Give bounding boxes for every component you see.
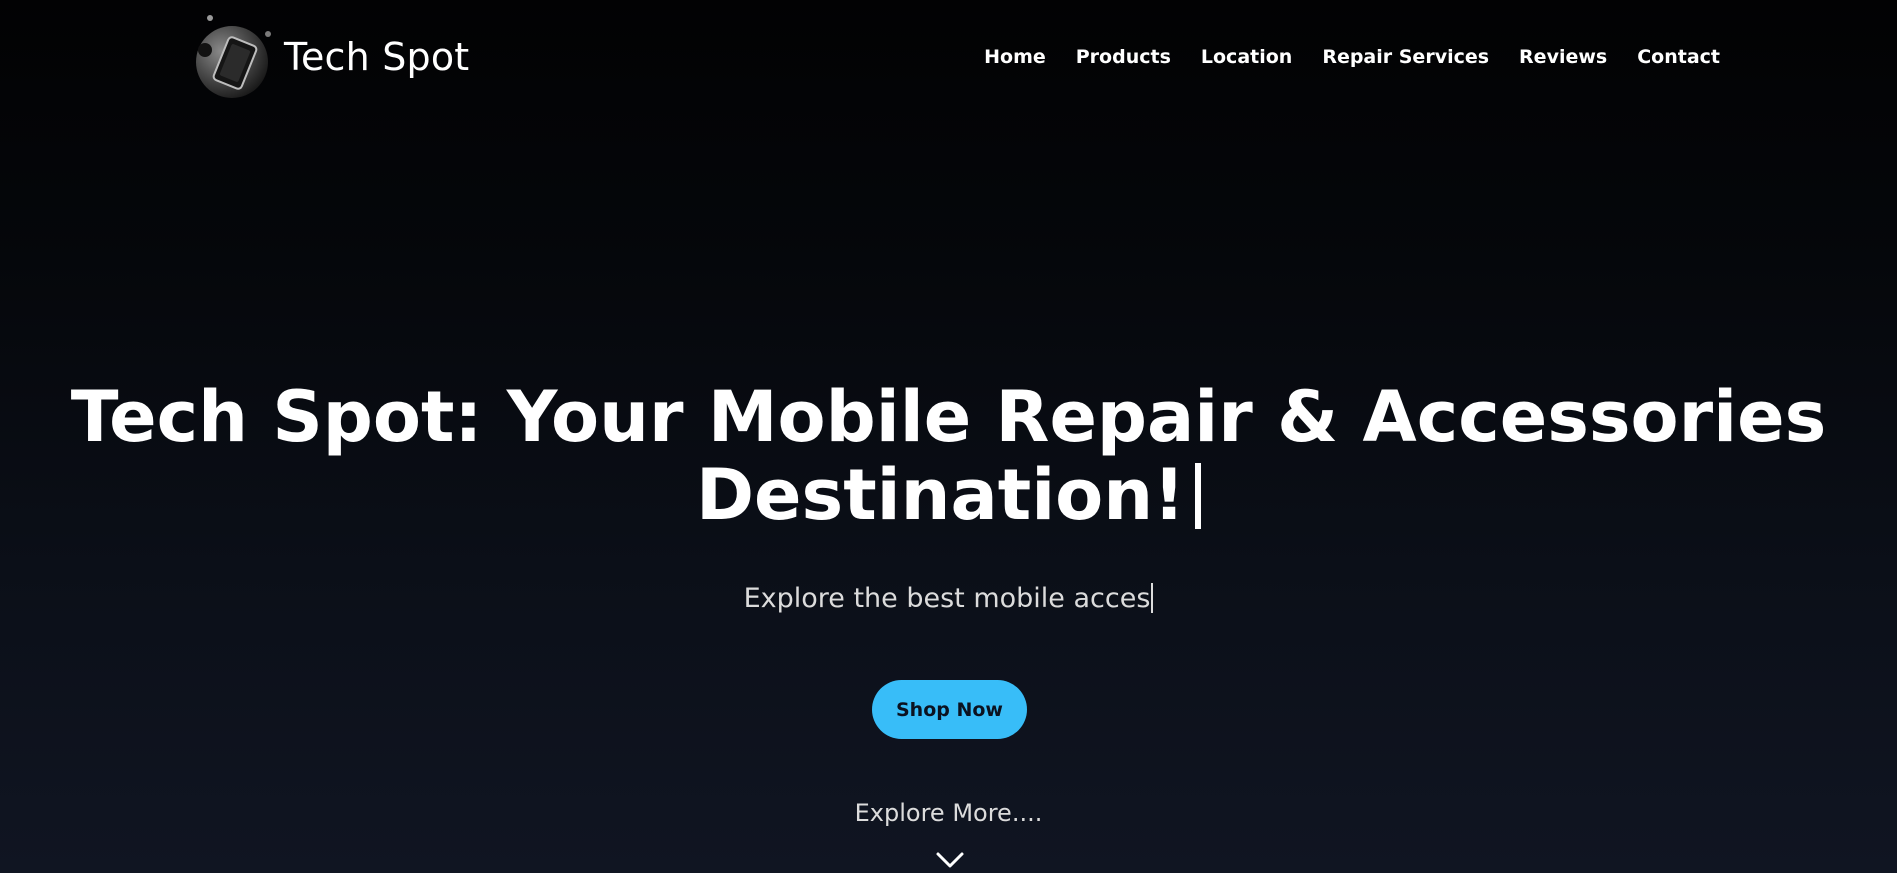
explore-more-link[interactable]: Explore More....: [0, 799, 1897, 827]
brand-name: Tech Spot: [284, 35, 470, 79]
hero-title: Tech Spot: Your Mobile Repair & Accessor…: [0, 378, 1897, 534]
hero-title-line-1: Tech Spot: Your Mobile Repair & Accessor…: [70, 376, 1827, 458]
hero-title-line-2: Destination!: [695, 454, 1186, 536]
site-header: Tech Spot Home Products Location Repair …: [0, 0, 1897, 120]
phone-logo-icon: [196, 15, 271, 98]
nav-repair-services[interactable]: Repair Services: [1322, 46, 1489, 68]
hero-title-line-2-wrap: Destination!: [0, 456, 1897, 534]
nav-contact[interactable]: Contact: [1637, 46, 1720, 68]
nav-reviews[interactable]: Reviews: [1519, 46, 1607, 68]
typing-caret: [1195, 463, 1202, 529]
nav-products[interactable]: Products: [1076, 46, 1171, 68]
brand[interactable]: Tech Spot: [190, 14, 469, 100]
hero-subtitle: Explore the best mobile acces: [743, 583, 1151, 614]
shop-now-button[interactable]: Shop Now: [872, 680, 1027, 739]
hero-subtitle-wrap: Explore the best mobile acces: [0, 583, 1897, 614]
subtitle-caret: [1151, 583, 1154, 613]
chevron-down-icon[interactable]: [935, 850, 965, 870]
main-nav: Home Products Location Repair Services R…: [984, 46, 1720, 68]
nav-location[interactable]: Location: [1201, 46, 1292, 68]
nav-home[interactable]: Home: [984, 46, 1046, 68]
